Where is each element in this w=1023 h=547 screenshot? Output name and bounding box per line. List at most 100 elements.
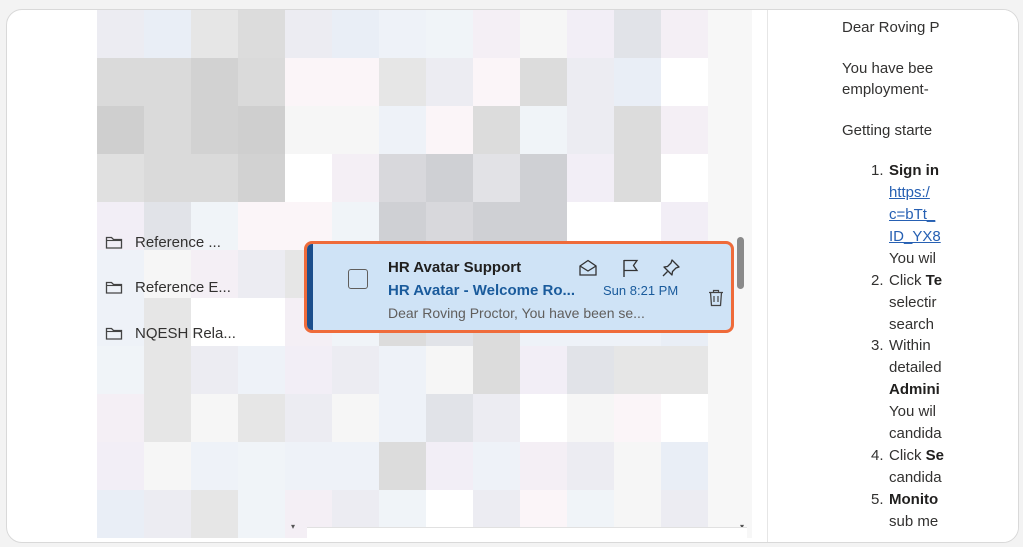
mosaic-tile	[520, 394, 567, 442]
folder-item-reference-1[interactable]: Reference ...	[97, 227, 302, 257]
email-greeting: Dear Roving P	[842, 19, 940, 36]
mosaic-tile	[285, 10, 332, 58]
mosaic-tile	[144, 154, 191, 202]
next-message-row[interactable]	[307, 527, 747, 542]
mosaic-tile	[520, 106, 567, 154]
mosaic-tile	[614, 442, 661, 490]
email-intro-line-1: You have bee	[842, 60, 934, 77]
mosaic-tile	[567, 10, 614, 58]
mosaic-tile	[473, 346, 520, 394]
step-3-bold: Admini	[889, 381, 940, 398]
mosaic-tile	[379, 10, 426, 58]
folder-scroll-down-icon[interactable]: ▾	[291, 522, 295, 531]
step-1-link-line-1[interactable]: https:/	[889, 184, 930, 201]
mosaic-tile	[332, 442, 379, 490]
mosaic-tile	[567, 58, 614, 106]
step-2-line-3: search	[889, 316, 935, 333]
envelope-open-icon[interactable]	[578, 259, 598, 277]
mosaic-tile	[379, 442, 426, 490]
mosaic-tile	[426, 106, 473, 154]
message-preview: Dear Roving Proctor, You have been se...	[388, 305, 645, 321]
mosaic-tile	[708, 346, 752, 394]
mosaic-tile	[473, 394, 520, 442]
mosaic-tile	[191, 394, 238, 442]
mosaic-tile	[661, 394, 708, 442]
mosaic-tile	[238, 10, 285, 58]
mosaic-tile	[426, 394, 473, 442]
step-2-line-1: Click Te	[889, 272, 942, 289]
mosaic-tile	[379, 106, 426, 154]
mosaic-tile	[473, 58, 520, 106]
step-1-link-line-3[interactable]: ID_YX8	[889, 228, 941, 245]
step-3-line-1: Within	[889, 337, 931, 354]
mosaic-tile	[708, 106, 752, 154]
mosaic-tile	[708, 394, 752, 442]
mosaic-tile	[426, 10, 473, 58]
mosaic-tile	[144, 106, 191, 154]
mosaic-tile	[473, 154, 520, 202]
mosaic-tile	[614, 58, 661, 106]
mosaic-tile	[191, 346, 238, 394]
step-2-line-2: selectir	[889, 294, 937, 311]
mosaic-tile	[97, 490, 144, 538]
mosaic-tile	[144, 442, 191, 490]
step-4-prefix: Click	[889, 447, 926, 464]
mosaic-tile	[614, 346, 661, 394]
message-select-checkbox[interactable]	[348, 269, 368, 289]
mosaic-tile	[97, 58, 144, 106]
mosaic-tile	[426, 346, 473, 394]
mosaic-tile	[379, 154, 426, 202]
mosaic-tile	[426, 154, 473, 202]
mosaic-tile	[520, 442, 567, 490]
mosaic-tile	[567, 442, 614, 490]
mosaic-tile	[238, 442, 285, 490]
message-item-selected[interactable]: HR Avatar Support HR Avatar - Welcome Ro…	[304, 241, 734, 333]
mosaic-tile	[191, 10, 238, 58]
mosaic-tile	[144, 490, 191, 538]
trash-icon[interactable]	[708, 289, 724, 307]
mosaic-tile	[614, 394, 661, 442]
step-5-line-2: sub me	[889, 513, 939, 530]
folder-item-reference-2[interactable]: Reference E...	[97, 272, 302, 302]
mosaic-tile	[473, 106, 520, 154]
mosaic-tile	[238, 490, 285, 538]
mosaic-tile	[661, 10, 708, 58]
mosaic-tile	[661, 106, 708, 154]
pin-icon[interactable]	[661, 258, 681, 278]
folder-item-nqesh[interactable]: NQESH Rela...	[97, 318, 302, 348]
mosaic-tile	[332, 10, 379, 58]
mosaic-tile	[379, 394, 426, 442]
mosaic-tile	[567, 394, 614, 442]
mosaic-tile	[285, 442, 332, 490]
mosaic-tile	[285, 154, 332, 202]
mosaic-tile	[708, 10, 752, 58]
folder-label: Reference ...	[135, 233, 221, 251]
mosaic-tile	[708, 154, 752, 202]
mosaic-tile	[285, 106, 332, 154]
step-5-bold: Monito	[889, 491, 939, 508]
mosaic-tile	[97, 346, 144, 394]
step-3-number: 3.	[871, 337, 884, 354]
mosaic-tile	[144, 58, 191, 106]
step-3-line-2: detailed	[889, 359, 942, 376]
message-list-scrollbar[interactable]	[737, 237, 744, 289]
step-5-number: 5.	[871, 491, 884, 508]
step-3-line-5: candida	[889, 425, 942, 442]
mosaic-tile	[285, 346, 332, 394]
mosaic-tile	[191, 106, 238, 154]
mosaic-tile	[567, 154, 614, 202]
step-1-link-line-2[interactable]: c=bTt_	[889, 206, 935, 223]
flag-icon[interactable]	[621, 258, 639, 278]
folder-icon	[105, 236, 123, 249]
step-2-prefix: Click	[889, 272, 926, 289]
selection-accent-bar	[307, 244, 313, 330]
mosaic-tile	[614, 106, 661, 154]
step-3-line-4: You wil	[889, 403, 936, 420]
folder-icon	[105, 281, 123, 294]
mosaic-tile	[332, 154, 379, 202]
message-subject: HR Avatar - Welcome Ro...	[388, 282, 575, 299]
mosaic-tile	[661, 58, 708, 106]
mosaic-tile	[332, 58, 379, 106]
mosaic-tile	[191, 442, 238, 490]
mosaic-tile	[285, 58, 332, 106]
